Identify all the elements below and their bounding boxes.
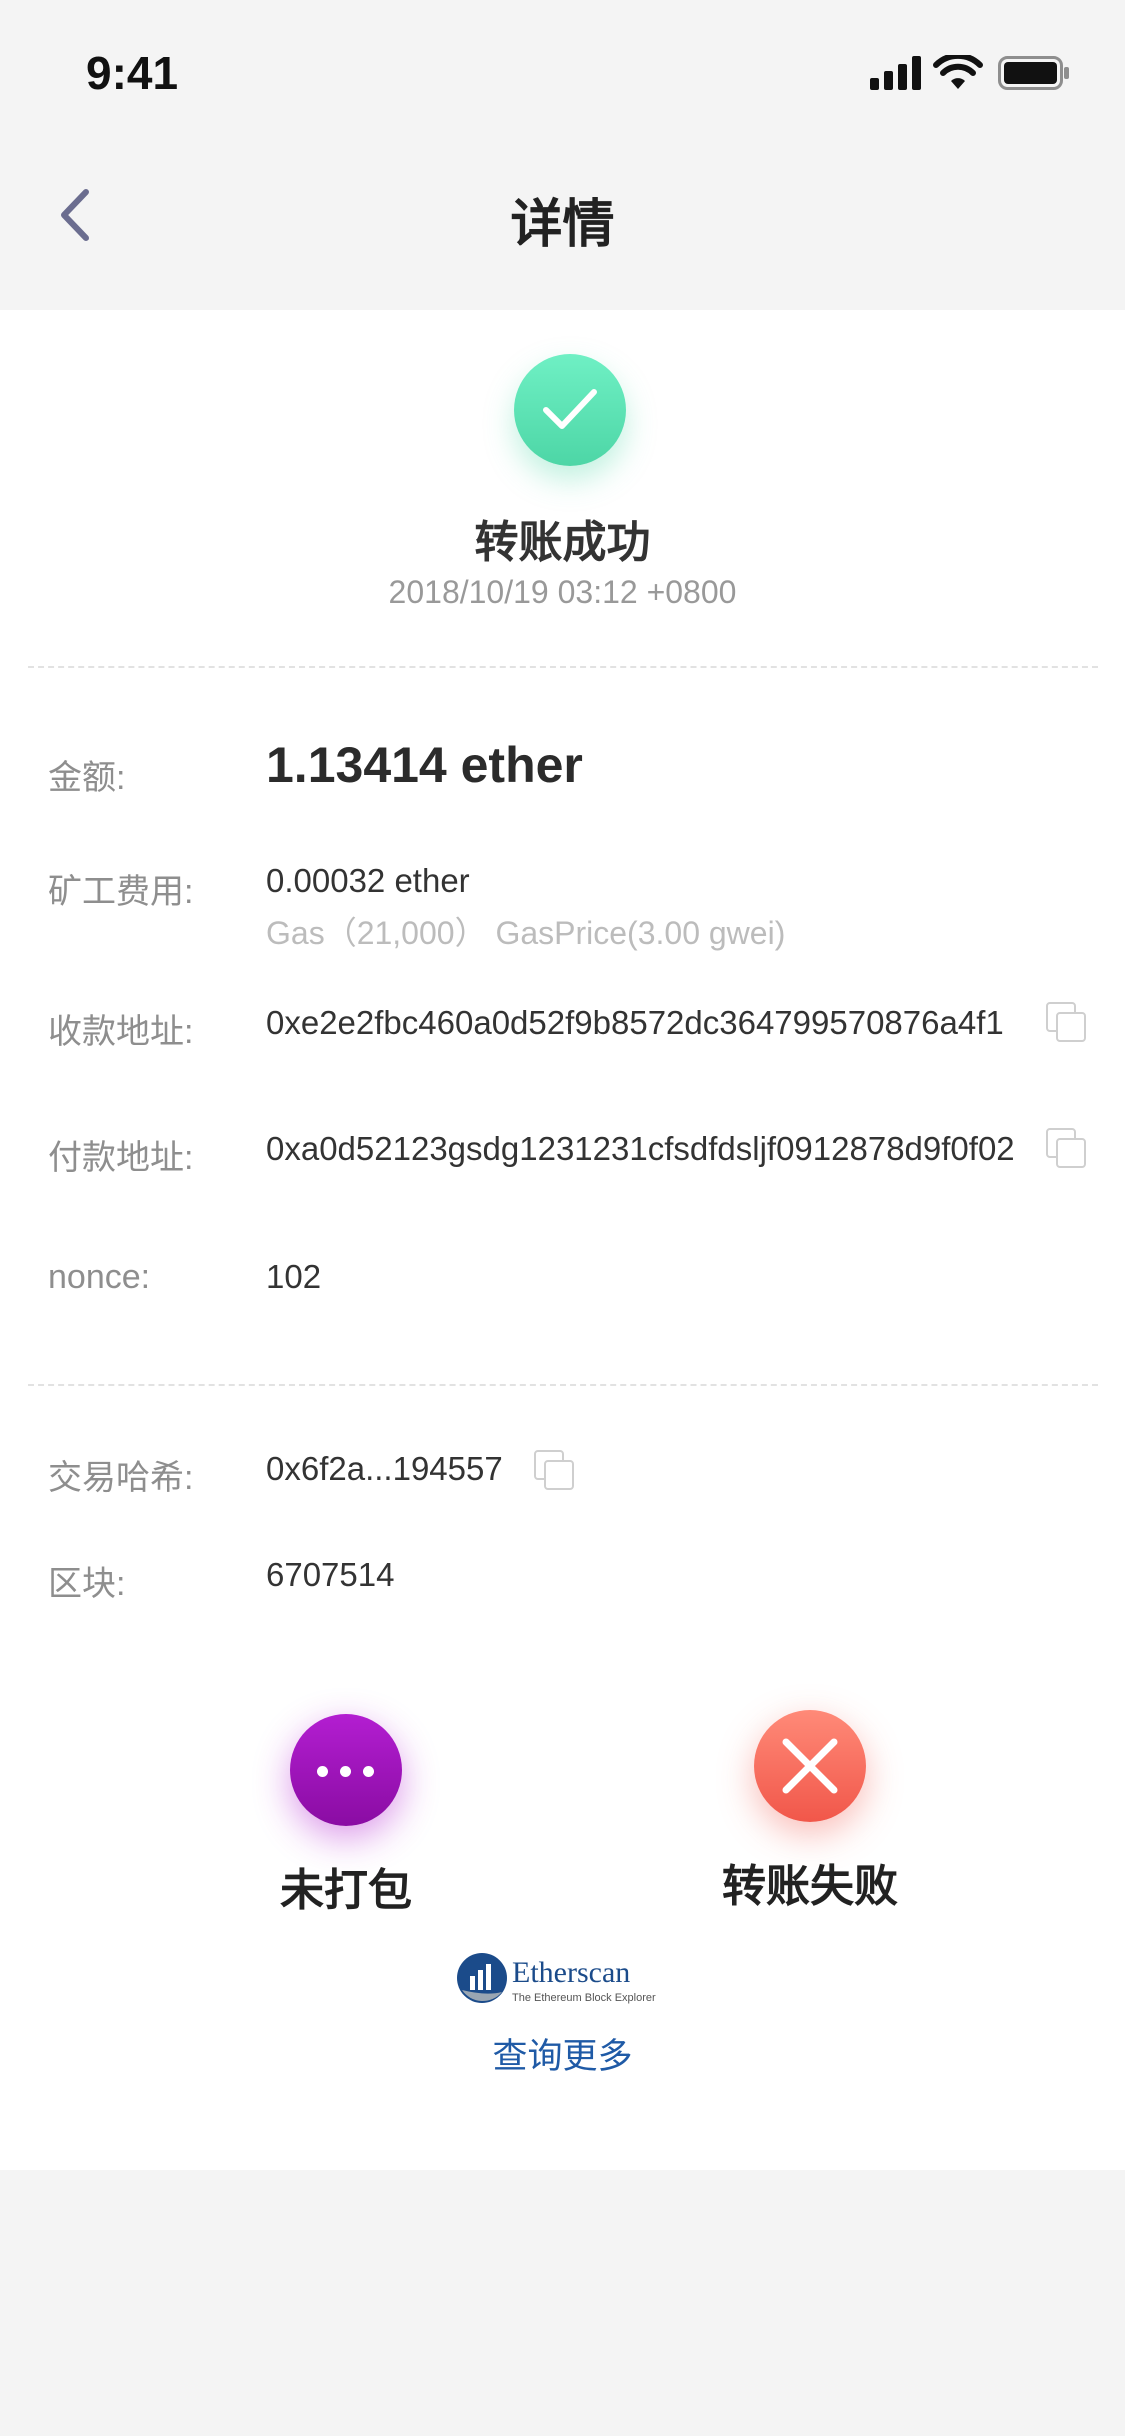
tx-hash-value: 0x6f2a...194557 <box>266 1450 503 1487</box>
detail-card: 转账成功 2018/10/19 03:12 +0800 金额: 1.13414 … <box>0 310 1125 2170</box>
nav-bar: 详情 <box>0 140 1125 310</box>
divider <box>28 666 1098 668</box>
gas-info: Gas（21,000） GasPrice(3.00 gwei) <box>266 915 786 951</box>
failed-status-button[interactable]: 转账失败 <box>722 1710 898 1911</box>
tx-hash-label: 交易哈希: <box>48 1459 194 1497</box>
page-title: 详情 <box>510 196 615 254</box>
amount-value: 1.13414 ether <box>266 737 583 793</box>
fee-value: 0.00032 ether <box>266 862 470 899</box>
fee-label: 矿工费用: <box>48 873 194 911</box>
close-icon <box>754 1710 866 1822</box>
transfer-status-title: 转账成功 <box>474 518 651 567</box>
query-more-link[interactable]: 查询更多 <box>0 2028 1125 2079</box>
signal-icon <box>870 56 921 90</box>
copy-icon[interactable] <box>1046 1128 1086 1168</box>
etherscan-tagline: The Ethereum Block Explorer <box>512 1992 656 2004</box>
failed-label: 转账失败 <box>722 1862 898 1911</box>
copy-icon[interactable] <box>534 1450 574 1490</box>
status-time: 9:41 <box>86 47 179 99</box>
amount-label: 金额: <box>48 759 126 797</box>
nonce-value: 102 <box>266 1258 322 1295</box>
to-address-label: 收款地址: <box>48 1013 194 1051</box>
from-address-value: 0xa0d52123gsdg1231231cfsdfdsljf0912878d9… <box>266 1130 1015 1167</box>
etherscan-logo[interactable]: Etherscan The Ethereum Block Explorer <box>456 1952 656 2012</box>
divider <box>28 1384 1098 1386</box>
nonce-label: nonce: <box>48 1258 151 1296</box>
pending-status-button[interactable]: 未打包 <box>280 1714 412 1915</box>
status-bar: 9:41 <box>0 0 1125 140</box>
etherscan-name: Etherscan <box>512 1956 631 1989</box>
transfer-timestamp: 2018/10/19 03:12 +0800 <box>388 574 737 610</box>
from-address-label: 付款地址: <box>48 1139 194 1177</box>
copy-icon[interactable] <box>1046 1002 1086 1042</box>
block-label: 区块: <box>48 1565 126 1603</box>
block-value: 6707514 <box>266 1556 395 1593</box>
check-circle-icon <box>514 354 626 466</box>
etherscan-icon <box>457 1953 507 2003</box>
wifi-icon <box>933 55 983 89</box>
battery-icon <box>998 56 1069 90</box>
more-dots-icon <box>290 1714 402 1826</box>
to-address-value: 0xe2e2fbc460a0d52f9b8572dc364799570876a4… <box>266 1004 1004 1041</box>
pending-label: 未打包 <box>280 1866 412 1915</box>
